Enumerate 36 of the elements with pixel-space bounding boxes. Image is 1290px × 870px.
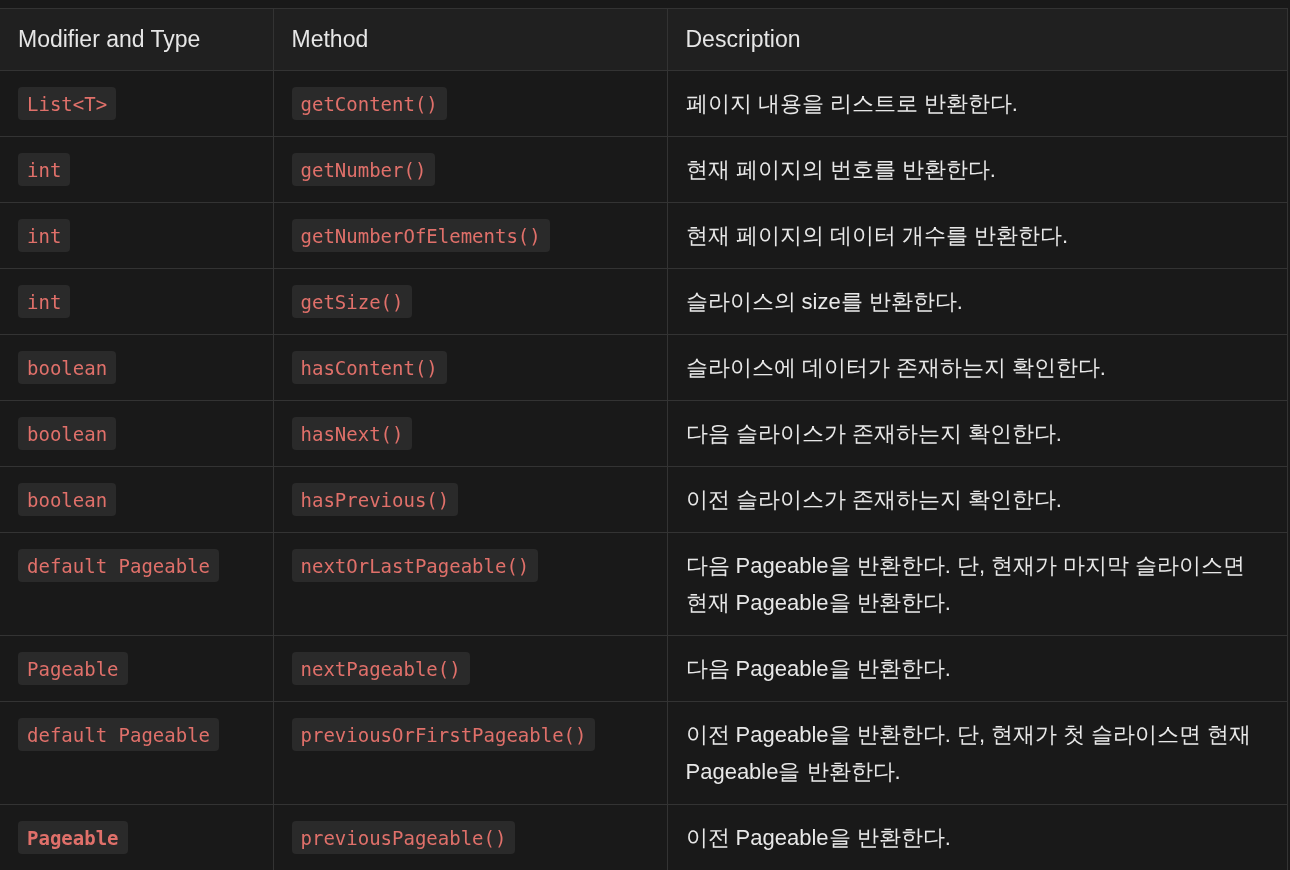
method-code: nextPageable() <box>291 652 470 685</box>
description-text: 이전 슬라이스가 존재하는지 확인한다. <box>685 486 1063 514</box>
description-text: 현재 페이지의 데이터 개수를 반환한다. <box>685 222 1070 250</box>
type-code: int <box>18 153 71 186</box>
description-text: 이전 Pageable을 반환한다. 단, 현재가 첫 슬라이스면 현재 Pageable을 반환한다. <box>685 721 1253 786</box>
type-code: default Pageable <box>18 549 220 582</box>
type-code: Pageable <box>18 821 128 854</box>
description-text: 페이지 내용을 리스트로 반환한다. <box>685 90 1019 118</box>
description-text: 슬라이스에 데이터가 존재하는지 확인한다. <box>685 354 1107 382</box>
description-text: 다음 Pageable을 반환한다. 단, 현재가 마지막 슬라이스면 현재 Pageable을 반환한다. <box>685 552 1247 617</box>
column-header: Method <box>273 8 667 71</box>
method-code: getNumberOfElements() <box>291 219 550 252</box>
column-header: Description <box>667 8 1287 71</box>
description-text: 현재 페이지의 번호를 반환한다. <box>685 156 997 184</box>
type-code: default Pageable <box>18 718 220 751</box>
description-text: 슬라이스의 size를 반환한다. <box>685 288 964 316</box>
type-code: boolean <box>18 351 117 384</box>
method-code: hasContent() <box>291 351 447 384</box>
method-code: getNumber() <box>291 153 436 186</box>
method-code: previousOrFirstPageable() <box>291 718 596 751</box>
type-code: Pageable <box>18 652 128 685</box>
method-code: hasNext() <box>291 417 413 450</box>
type-code: List<T> <box>18 87 117 120</box>
method-code: hasPrevious() <box>291 483 459 516</box>
type-code: boolean <box>18 417 117 450</box>
type-code: int <box>18 219 71 252</box>
method-code: getContent() <box>291 87 447 120</box>
method-code: getSize() <box>291 285 413 318</box>
description-text: 다음 Pageable을 반환한다. <box>685 655 952 683</box>
method-code: previousPageable() <box>291 821 516 854</box>
type-code: int <box>18 285 71 318</box>
column-header: Modifier and Type <box>0 8 273 71</box>
method-code: nextOrLastPageable() <box>291 549 539 582</box>
description-text: 다음 슬라이스가 존재하는지 확인한다. <box>685 420 1063 448</box>
description-text: 이전 Pageable을 반환한다. <box>685 824 952 852</box>
type-code: boolean <box>18 483 117 516</box>
